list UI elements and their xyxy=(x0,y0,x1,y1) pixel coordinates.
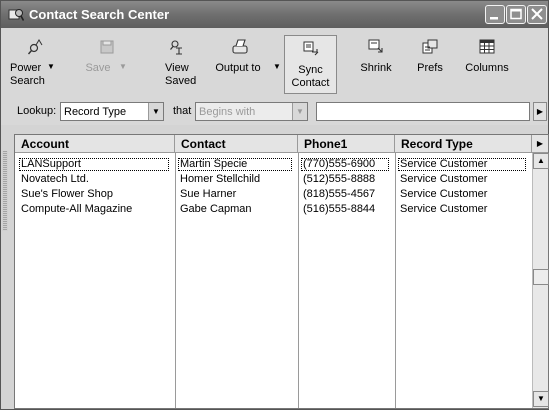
sync-contact-button[interactable]: Sync Contact xyxy=(284,35,337,94)
shrink-label: Shrink xyxy=(360,62,392,74)
contact-search-window: Contact Search Center Power Search ▼ Sav… xyxy=(0,0,549,410)
output-to-button[interactable]: Output to ▼ xyxy=(209,34,281,92)
toolbar: Power Search ▼ Save ▼ View Saved Output … xyxy=(1,28,548,95)
column-scroll-right-button[interactable]: ▶ xyxy=(532,135,548,153)
prefs-label: Prefs xyxy=(417,62,443,74)
lookup-label: Lookup: xyxy=(17,105,57,117)
shrink-icon xyxy=(367,38,385,56)
columns-button[interactable]: Columns xyxy=(461,34,513,92)
scrollbar-thumb[interactable] xyxy=(533,269,549,285)
lookup-search-input[interactable] xyxy=(316,102,530,121)
sync-icon xyxy=(302,40,320,58)
floppy-disk-icon xyxy=(98,38,116,56)
cell-phone: (516)555-8844 xyxy=(303,203,376,215)
close-button[interactable] xyxy=(527,5,547,24)
printer-icon xyxy=(231,38,249,56)
lookup-field-value: Record Type xyxy=(64,106,127,118)
minimize-button[interactable] xyxy=(485,5,505,24)
sync-contact-label-line2: Contact xyxy=(291,77,330,89)
lookup-operator-value: Begins with xyxy=(199,106,256,118)
chevron-up-icon: ▲ xyxy=(537,156,545,165)
cell-contact: Homer Stellchild xyxy=(180,173,261,185)
scroll-up-button[interactable]: ▲ xyxy=(533,153,549,169)
chevron-down-icon[interactable]: ▼ xyxy=(148,103,163,120)
cell-account: Novatech Ltd. xyxy=(21,173,89,185)
magnifier-icon xyxy=(27,38,45,56)
table-row[interactable]: Novatech Ltd. Homer Stellchild (512)555-… xyxy=(15,173,532,186)
output-to-dropdown-icon[interactable]: ▼ xyxy=(273,62,281,71)
window-title: Contact Search Center xyxy=(29,7,170,22)
output-to-label: Output to xyxy=(215,62,261,74)
lookup-scroll-right-button[interactable]: ▶ xyxy=(533,102,547,121)
shrink-button[interactable]: Shrink xyxy=(356,34,396,92)
table-row[interactable]: Sue's Flower Shop Sue Harner (818)555-45… xyxy=(15,188,532,201)
power-search-label-line2: Search xyxy=(10,75,45,87)
vertical-scrollbar[interactable]: ▲ ▼ xyxy=(532,153,549,408)
cell-phone: (512)555-8888 xyxy=(303,173,376,185)
view-saved-icon xyxy=(168,38,186,56)
cell-record-type: Service Customer xyxy=(400,173,488,185)
chevron-right-icon: ▶ xyxy=(536,139,544,148)
view-saved-label-line1: View xyxy=(165,62,189,74)
cell-phone: (770)555-6900 xyxy=(301,158,389,171)
cell-record-type: Service Customer xyxy=(400,188,488,200)
save-button[interactable]: Save ▼ xyxy=(85,34,129,92)
chevron-down-icon[interactable]: ▼ xyxy=(292,103,307,120)
view-saved-label-line2: Saved xyxy=(165,75,197,87)
cell-account: LANSupport xyxy=(19,158,169,171)
grid-columns-icon xyxy=(478,38,496,56)
power-search-button[interactable]: Power Search ▼ xyxy=(7,34,61,92)
column-header-account[interactable]: Account xyxy=(15,135,175,153)
preferences-icon xyxy=(421,38,439,56)
title-bar[interactable]: Contact Search Center xyxy=(1,1,548,28)
cell-record-type: Service Customer xyxy=(398,158,526,171)
save-dropdown-icon[interactable]: ▼ xyxy=(119,62,127,71)
lookup-bar: Lookup: Record Type ▼ that Begins with ▼… xyxy=(1,95,548,125)
lookup-operator-select[interactable]: Begins with ▼ xyxy=(195,102,308,121)
cell-account: Sue's Flower Shop xyxy=(21,188,113,200)
that-label: that xyxy=(173,105,192,117)
table-row[interactable]: Compute-All Magazine Gabe Capman (516)55… xyxy=(15,203,532,216)
chevron-down-icon: ▼ xyxy=(537,394,545,403)
maximize-button[interactable] xyxy=(506,5,526,24)
chevron-right-icon: ▶ xyxy=(536,107,544,116)
cell-contact: Martin Specie xyxy=(178,158,292,171)
scroll-down-button[interactable]: ▼ xyxy=(533,391,549,407)
prefs-button[interactable]: Prefs xyxy=(411,34,449,92)
cell-contact: Gabe Capman xyxy=(180,203,252,215)
results-grid: Account Contact Phone1 Record Type ▶ LAN… xyxy=(14,134,549,409)
table-row[interactable]: LANSupport Martin Specie (770)555-6900 S… xyxy=(15,158,532,171)
view-saved-button[interactable]: View Saved xyxy=(159,34,197,92)
contact-search-icon xyxy=(8,7,25,22)
sync-contact-label-line1: Sync xyxy=(298,64,323,76)
columns-label: Columns xyxy=(465,62,509,74)
column-header-record-type[interactable]: Record Type xyxy=(395,135,532,153)
cell-account: Compute-All Magazine xyxy=(21,203,133,215)
column-header-contact[interactable]: Contact xyxy=(175,135,298,153)
cell-phone: (818)555-4567 xyxy=(303,188,376,200)
cell-record-type: Service Customer xyxy=(400,203,488,215)
power-search-dropdown-icon[interactable]: ▼ xyxy=(47,62,55,71)
lookup-field-select[interactable]: Record Type ▼ xyxy=(60,102,164,121)
cell-contact: Sue Harner xyxy=(180,188,237,200)
save-label: Save xyxy=(85,62,111,74)
splitter-handle[interactable] xyxy=(2,151,8,231)
column-header-phone1[interactable]: Phone1 xyxy=(298,135,395,153)
